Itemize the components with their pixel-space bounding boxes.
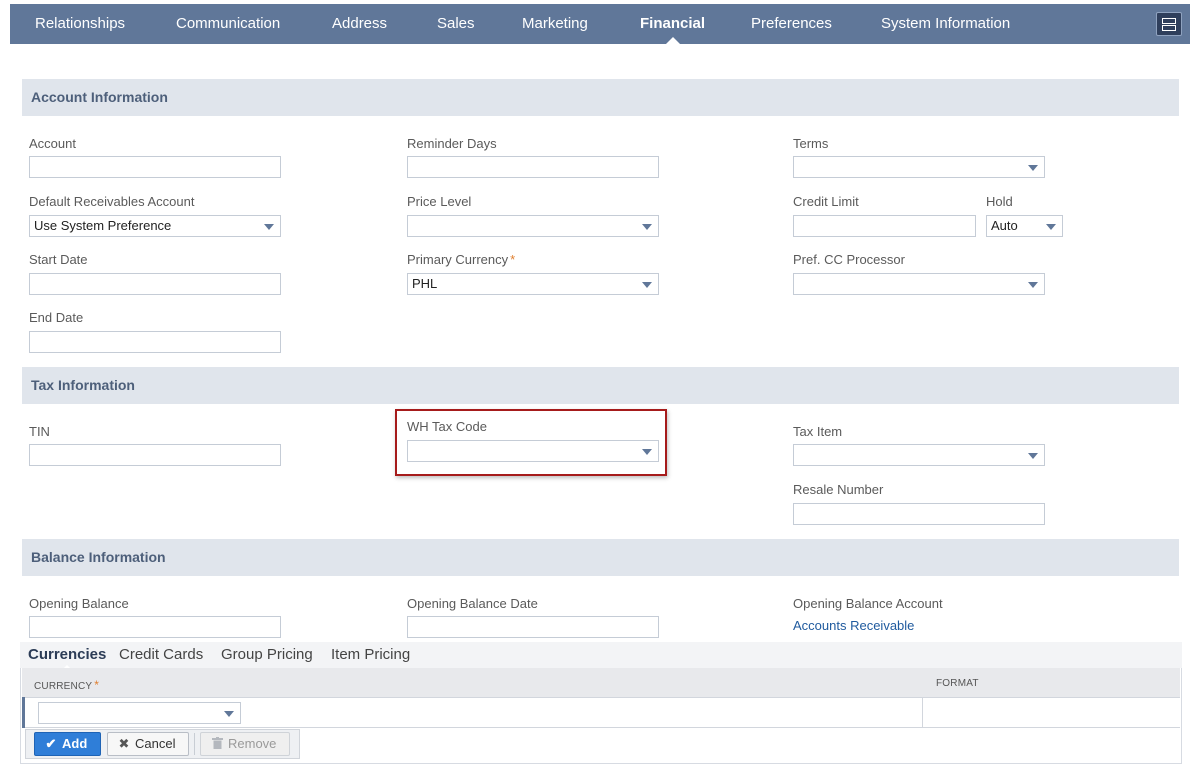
resale-number-field[interactable] [793,503,1045,525]
hold-label: Hold [986,194,1013,209]
chevron-down-icon [264,224,274,230]
tab-system-information[interactable]: System Information [881,4,1010,44]
price-level-select[interactable] [407,215,659,237]
reminder-days-field[interactable] [407,156,659,178]
grid-header: CURRENCY * FORMAT [22,668,1180,697]
opening-balance-date-field[interactable] [407,616,659,638]
section-tax-information[interactable]: Tax Information [22,367,1179,404]
end-date-label: End Date [29,310,84,325]
hold-value: Auto [991,218,1018,233]
x-icon: ✖ [118,736,130,751]
end-date-field[interactable] [29,331,281,353]
section-balance-information[interactable]: Balance Information [22,539,1179,576]
currency-select[interactable] [38,702,241,724]
check-icon: ✔ [45,736,57,751]
remove-button[interactable]: Remove [200,732,290,756]
opening-balance-label: Opening Balance [29,596,129,611]
start-date-label: Start Date [29,252,88,267]
opening-balance-account-link[interactable]: Accounts Receivable [793,618,914,633]
tax-item-label: Tax Item [793,424,843,439]
column-header-format: FORMAT [936,678,979,689]
tin-field[interactable] [29,444,281,466]
required-mark: * [510,252,516,267]
cancel-button[interactable]: ✖ Cancel [107,732,189,756]
opening-balance-field[interactable] [29,616,281,638]
chevron-down-icon [642,224,652,230]
tab-financial[interactable]: Financial [640,4,705,44]
tax-item-select[interactable] [793,444,1045,466]
chevron-down-icon [1028,453,1038,459]
account-label: Account [29,136,76,151]
opening-balance-account-label: Opening Balance Account [793,596,943,611]
terms-label: Terms [793,136,829,151]
remove-button-label: Remove [228,736,277,751]
tab-marketing[interactable]: Marketing [522,4,588,44]
default-receivables-select[interactable]: Use System Preference [29,215,281,237]
wh-tax-code-label: WH Tax Code [407,419,487,434]
chevron-down-icon [1028,165,1038,171]
top-nav-bar: Relationships Communication Address Sale… [10,4,1190,44]
layout-icon[interactable] [1156,12,1182,36]
subtab-group-pricing[interactable]: Group Pricing [221,646,313,663]
tab-communication[interactable]: Communication [176,4,280,44]
tab-preferences[interactable]: Preferences [751,4,832,44]
credit-limit-field[interactable] [793,215,976,237]
hold-select[interactable]: Auto [986,215,1063,237]
subtab-currencies[interactable]: Currencies [28,646,106,670]
subtab-credit-cards[interactable]: Credit Cards [119,646,203,663]
add-button-label: Add [62,736,88,751]
chevron-down-icon [642,449,652,455]
resale-number-label: Resale Number [793,482,884,497]
terms-select[interactable] [793,156,1045,178]
column-header-currency-text: CURRENCY [34,681,93,692]
trash-icon [209,733,225,755]
tin-label: TIN [29,424,50,439]
required-mark: * [94,678,100,692]
price-level-label: Price Level [407,194,472,209]
wh-tax-code-select[interactable] [407,440,659,462]
start-date-field[interactable] [29,273,281,295]
column-header-currency: CURRENCY * [34,678,99,692]
subtab-item-pricing[interactable]: Item Pricing [331,646,410,663]
tab-relationships[interactable]: Relationships [35,4,125,44]
tab-sales[interactable]: Sales [437,4,475,44]
primary-currency-label: Primary Currency * [407,252,515,267]
tab-address[interactable]: Address [332,4,387,44]
reminder-days-label: Reminder Days [407,136,497,151]
account-field[interactable] [29,156,281,178]
cancel-button-label: Cancel [135,736,176,751]
default-receivables-value: Use System Preference [34,218,172,233]
pref-cc-processor-label: Pref. CC Processor [793,252,905,267]
section-account-information[interactable]: Account Information [22,79,1179,116]
primary-currency-label-text: Primary Currency [407,252,509,267]
column-divider [922,697,923,728]
add-button[interactable]: ✔ Add [34,732,101,756]
chevron-down-icon [224,711,234,717]
credit-limit-label: Credit Limit [793,194,859,209]
primary-currency-select[interactable]: PHL [407,273,659,295]
active-row-marker [22,697,25,728]
pref-cc-processor-select[interactable] [793,273,1045,295]
default-receivables-label: Default Receivables Account [29,194,195,209]
chevron-down-icon [1028,282,1038,288]
button-separator [194,733,195,755]
chevron-down-icon [1046,224,1056,230]
primary-currency-value: PHL [412,276,438,291]
chevron-down-icon [642,282,652,288]
opening-balance-date-label: Opening Balance Date [407,596,538,611]
